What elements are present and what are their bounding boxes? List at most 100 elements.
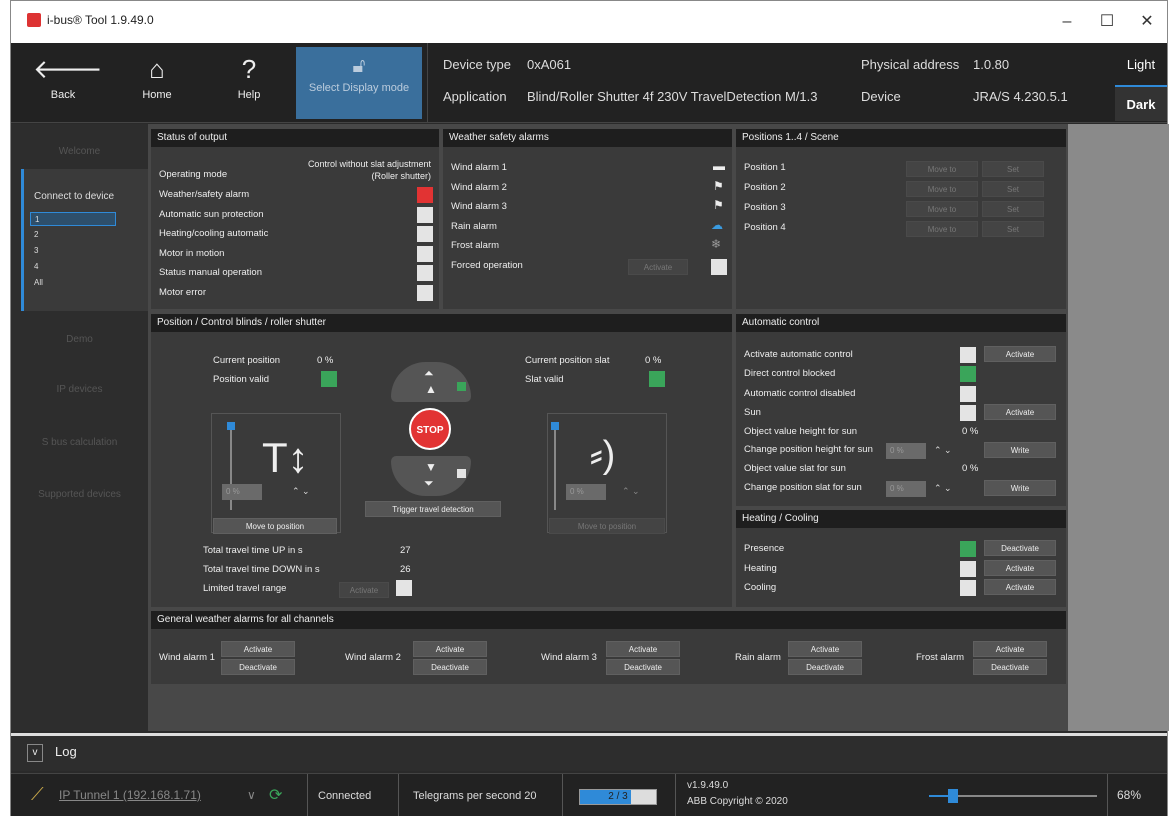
stop-button[interactable]: STOP — [409, 408, 451, 450]
ip-tunnel-select[interactable]: IP Tunnel 1 (192.168.1.71) — [59, 788, 201, 802]
wind1-activate-button[interactable]: Activate — [221, 641, 295, 657]
status-output-panel: Status of output Operating mode Control … — [151, 129, 439, 309]
slat-sun-input[interactable]: 0 % — [886, 481, 926, 497]
activate-auto-button[interactable]: Activate — [984, 346, 1056, 362]
sidebar-item-sbus[interactable]: S bus calculation — [11, 437, 148, 448]
height-sun-write-button[interactable]: Write — [984, 442, 1056, 458]
frost-deactivate-button[interactable]: Deactivate — [973, 659, 1047, 675]
wind2-deactivate-button[interactable]: Deactivate — [413, 659, 487, 675]
wind3-activate-button[interactable]: Activate — [606, 641, 680, 657]
move-to-button[interactable]: Move to — [906, 181, 978, 197]
set-button[interactable]: Set — [982, 201, 1044, 217]
select-display-mode-button[interactable]: 🔓︎ Select Display mode — [296, 47, 422, 119]
slat-slider-thumb[interactable] — [551, 422, 559, 430]
sidebar-item-supported[interactable]: Supported devices — [11, 489, 148, 500]
help-button[interactable]: ? Help — [219, 43, 279, 123]
sun-indicator — [960, 405, 976, 421]
channel-2[interactable]: 2 — [30, 228, 116, 242]
weather-row-label: Wind alarm 1 — [451, 162, 507, 173]
height-sun-input[interactable]: 0 % — [886, 443, 926, 459]
sidebar-item-ip-devices[interactable]: IP devices — [11, 384, 148, 395]
light-mode-button[interactable]: Light — [1115, 47, 1167, 83]
slat-slider-track[interactable] — [554, 426, 556, 510]
channel-4[interactable]: 4 — [30, 260, 116, 274]
activate-auto-indicator — [960, 347, 976, 363]
motor-motion-indicator — [417, 246, 433, 262]
zoom-slider-thumb[interactable] — [948, 789, 959, 803]
slat-input[interactable]: 0 % — [566, 484, 606, 500]
copyright-label: ABB Copyright © 2020 — [687, 796, 788, 807]
telegrams-per-second: Telegrams per second 20 — [403, 774, 563, 816]
frost-activate-button[interactable]: Activate — [973, 641, 1047, 657]
dark-mode-button[interactable]: Dark — [1115, 85, 1167, 121]
wind-sock-icon: ⚑ — [713, 179, 724, 193]
slat-sun-write-button[interactable]: Write — [984, 480, 1056, 496]
up-arrow-icon[interactable]: ▲ — [425, 382, 437, 396]
slat-rotate-icon: ⸗) — [590, 434, 616, 476]
position-valid-label: Position valid — [213, 374, 269, 385]
wind1-deactivate-button[interactable]: Deactivate — [221, 659, 295, 675]
set-button[interactable]: Set — [982, 181, 1044, 197]
version-label: v1.9.49.0 — [687, 780, 729, 791]
weather-row-label: Rain alarm — [451, 221, 497, 232]
general-alarm-label: Rain alarm — [735, 652, 781, 663]
close-button[interactable]: ✕ — [1127, 9, 1167, 35]
rain-deactivate-button[interactable]: Deactivate — [788, 659, 862, 675]
slat-valid-indicator — [649, 371, 665, 387]
panel-title: Position / Control blinds / roller shutt… — [151, 314, 732, 332]
sidebar-item-welcome[interactable]: Welcome — [11, 146, 148, 157]
wind3-deactivate-button[interactable]: Deactivate — [606, 659, 680, 675]
sidebar-item-demo[interactable]: Demo — [11, 334, 148, 345]
current-position-label: Current position — [213, 355, 281, 366]
wind2-activate-button[interactable]: Activate — [413, 641, 487, 657]
refresh-icon[interactable]: ⟳ — [269, 785, 282, 805]
minimize-button[interactable]: – — [1047, 9, 1087, 35]
down-end-arrow-icon[interactable]: ⏷ — [424, 476, 434, 491]
trigger-travel-detection-button[interactable]: Trigger travel detection — [365, 501, 501, 517]
total-down-label: Total travel time DOWN in s — [203, 564, 320, 575]
move-to-button[interactable]: Move to — [906, 221, 978, 237]
channel-all[interactable]: All — [30, 276, 116, 290]
move-to-button[interactable]: Move to — [906, 161, 978, 177]
position-stepper[interactable]: ⌃ ⌄ — [292, 486, 310, 497]
maximize-button[interactable]: ☐ — [1087, 9, 1127, 35]
channel-3[interactable]: 3 — [30, 244, 116, 258]
back-button[interactable]: 🡐 Back — [33, 43, 103, 123]
toolbar: 🡐 Back ⌂ Home ? Help 🔓︎ Select Display m… — [11, 43, 1167, 123]
set-button[interactable]: Set — [982, 221, 1044, 237]
up-end-arrow-icon[interactable]: ⏶ — [424, 366, 434, 381]
move-to-button[interactable]: Move to — [906, 201, 978, 217]
home-button[interactable]: ⌂ Home — [127, 43, 187, 123]
height-sun-stepper[interactable]: ⌃ ⌄ — [934, 445, 952, 456]
log-toggle-button[interactable]: v — [27, 744, 43, 762]
connection-status: Connected — [307, 774, 399, 816]
rain-activate-button[interactable]: Activate — [788, 641, 862, 657]
chevron-down-icon[interactable]: ∨ — [247, 788, 256, 802]
limited-travel-activate-button[interactable]: Activate — [339, 582, 389, 598]
position-slider-thumb[interactable] — [227, 422, 235, 430]
window-title: i-bus® Tool 1.9.49.0 — [47, 13, 154, 27]
status-row-label: Status manual operation — [159, 267, 262, 278]
slat-stepper[interactable]: ⌃ ⌄ — [622, 486, 640, 497]
heating-activate-button[interactable]: Activate — [984, 560, 1056, 576]
sidebar-item-connect[interactable]: Connect to device 1 2 3 4 All — [21, 169, 148, 311]
cooling-activate-button[interactable]: Activate — [984, 579, 1056, 595]
move-to-position-button[interactable]: Move to position — [213, 518, 337, 534]
channel-1[interactable]: 1 — [30, 212, 116, 226]
total-down-value: 26 — [400, 564, 411, 575]
forced-operation-activate-button[interactable]: Activate — [628, 259, 688, 275]
slat-move-to-position-button[interactable]: Move to position — [549, 518, 665, 534]
set-button[interactable]: Set — [982, 161, 1044, 177]
device-label: Device — [861, 89, 901, 104]
down-arrow-icon[interactable]: ▼ — [425, 460, 437, 474]
position-input[interactable]: 0 % — [222, 484, 262, 500]
slat-sun-stepper[interactable]: ⌃ ⌄ — [934, 483, 952, 494]
total-up-label: Total travel time UP in s — [203, 545, 303, 556]
device-type-label: Device type — [443, 57, 511, 72]
presence-deactivate-button[interactable]: Deactivate — [984, 540, 1056, 556]
auto-disabled-label: Automatic control disabled — [744, 388, 856, 399]
physical-address-value: 1.0.80 — [973, 57, 1010, 72]
sun-activate-button[interactable]: Activate — [984, 404, 1056, 420]
cooling-indicator — [960, 580, 976, 596]
position-row-label: Position 1 — [744, 162, 786, 173]
